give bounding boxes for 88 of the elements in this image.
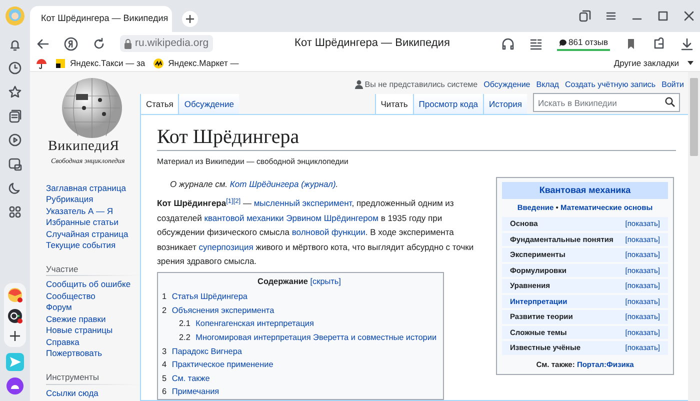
user-icon	[354, 80, 363, 89]
text-link[interactable]: Эрвином Шрёдингером	[286, 212, 378, 223]
notes-icon[interactable]	[8, 109, 22, 123]
assistant-app-icon[interactable]	[6, 377, 24, 395]
personal-link[interactable]: Вклад	[536, 78, 559, 90]
nav-link[interactable]: Сообщить об ошибке	[46, 279, 140, 291]
maximize-icon[interactable]	[656, 9, 670, 23]
intro-paragraph: Кот Шрёдингера$^{[1][2]}$ — мысленный эксперимент, предложенный одним из создателей квантовой механики Эрвином Шрёдингером в 1935 году при обсуждении физического смысла волновой функции. В ходе эксперимента возникает суперпозиция живого и мёртвого кота, что выглядит абсурдно с точки зрения здравого смысла.	[157, 197, 475, 268]
new-tab-button[interactable]	[182, 11, 198, 27]
wikipedia-wordmark[interactable]: ВикипедиЯ	[48, 140, 140, 154]
toc-link[interactable]: 5 См. также	[162, 372, 437, 386]
footnote-link[interactable]: [1][2]	[226, 198, 241, 206]
umbrella-icon[interactable]	[36, 58, 47, 68]
bookmark-link[interactable]: Яндекс.Маркет —	[153, 56, 239, 70]
page-tab[interactable]: Читать	[374, 94, 413, 114]
text-link[interactable]: квантовой механики	[204, 212, 284, 223]
personal-link[interactable]: Создать учётную запись	[564, 78, 656, 90]
star-icon[interactable]	[8, 85, 22, 99]
nav-link[interactable]: Справка	[46, 336, 140, 348]
toc-link[interactable]: 1 Статья Шрёдингера	[162, 290, 437, 304]
headphones-icon[interactable]	[500, 36, 514, 50]
back-icon[interactable]	[36, 36, 50, 50]
search-icon	[665, 97, 675, 107]
page-tab[interactable]: Статья	[140, 94, 178, 114]
text-link[interactable]: мысленный эксперимент	[254, 198, 352, 208]
extension-icon[interactable]	[652, 36, 666, 50]
yandex-icon[interactable]	[64, 36, 78, 50]
browser-tab[interactable]: Кот Шрёдингера — Википедия	[30, 6, 172, 32]
nav-link[interactable]: Форум	[46, 302, 140, 314]
toc-link[interactable]: 2 Объяснения эксперимента	[162, 304, 437, 318]
text-link[interactable]: Кот Шрёдингера (журнал)	[230, 178, 336, 189]
toc-link[interactable]: 4 Практическое применение	[162, 358, 437, 372]
toc-title: Содержание	[258, 276, 308, 286]
text-link[interactable]: суперпозиция	[198, 242, 254, 252]
page-tab[interactable]: История	[483, 94, 527, 114]
toc-link[interactable]: 2.1 Копенгагенская интерпретация	[162, 317, 437, 332]
clock-icon[interactable]	[8, 61, 22, 75]
moon-icon[interactable]	[8, 181, 22, 195]
caret-icon	[687, 60, 694, 66]
toc-toggle[interactable]: [скрыть]	[310, 276, 341, 286]
close-icon[interactable]	[682, 9, 696, 23]
play-icon[interactable]	[8, 133, 22, 147]
toc-link[interactable]: 2.2 Многомировая интерпретация Эверетта и совместные истории	[162, 331, 437, 345]
grid-icon[interactable]	[8, 205, 22, 219]
nav-link[interactable]: Случайная страница	[46, 228, 140, 240]
nav-link[interactable]: Указатель А — Я	[46, 206, 140, 217]
page-tab[interactable]: Обсуждение	[178, 94, 239, 114]
personal-link[interactable]: Обсуждение	[484, 78, 530, 90]
mail-app-icon[interactable]	[7, 287, 23, 303]
collections-icon[interactable]	[578, 9, 592, 23]
toc-link[interactable]: 6 Примечания	[162, 385, 437, 399]
bookmark-link[interactable]: Яндекс.Такси — за	[55, 56, 146, 70]
scrollbar-thumb[interactable]	[690, 78, 698, 156]
scrollbar[interactable]	[688, 72, 700, 401]
reviews-button[interactable]: 861 отзыв	[556, 36, 610, 51]
nav-link[interactable]: Заглавная страница	[46, 182, 140, 194]
page-title: Кот Шрёдингера — Википедия	[294, 36, 450, 52]
download-icon[interactable]	[680, 36, 694, 50]
camera-app-icon[interactable]	[7, 308, 23, 324]
page-tab[interactable]: Просмотр кода	[412, 94, 484, 114]
search-field[interactable]: Искать в Википедии	[533, 93, 680, 112]
plus-icon	[186, 15, 194, 23]
article-title: Кот Шрёдингера	[157, 125, 676, 151]
address-bar[interactable]: ru.wikipedia.org	[120, 34, 213, 52]
text-link[interactable]: волновой функции	[292, 227, 366, 238]
lock-icon	[124, 38, 132, 48]
speech-bubble-icon	[558, 38, 566, 46]
globe-logo	[60, 76, 124, 140]
screenshot-icon[interactable]	[8, 157, 22, 171]
circle-logo-icon	[153, 58, 164, 68]
nav-link[interactable]: Ссылки сюда	[46, 388, 140, 399]
nav-link[interactable]: Свежие правки	[46, 314, 140, 326]
nav-link[interactable]: Новые страницы	[46, 325, 140, 337]
personal-link[interactable]: Войти	[662, 78, 684, 90]
reload-icon[interactable]	[92, 36, 106, 50]
reader-icon[interactable]	[528, 36, 542, 50]
other-bookmarks-menu[interactable]: Другие закладки	[614, 56, 679, 70]
nav-link[interactable]: Пожертвовать	[46, 348, 140, 360]
login-status: Вы не представились системе	[354, 78, 478, 90]
nav-link[interactable]: Сообщество	[46, 290, 140, 302]
add-icon[interactable]	[8, 329, 22, 343]
infobox-title[interactable]: Квантовая механика	[502, 182, 668, 200]
square-logo-icon	[55, 58, 66, 68]
nav-link[interactable]: Текущие события	[46, 240, 140, 252]
nav-link[interactable]: Рубрикация	[46, 194, 140, 206]
toc-link[interactable]: 3 Парадокс Вигнера	[162, 344, 437, 358]
hatnote: О журнале см. Кот Шрёдингера (журнал).	[170, 178, 340, 190]
nav-link[interactable]: Избранные статьи	[46, 217, 140, 228]
